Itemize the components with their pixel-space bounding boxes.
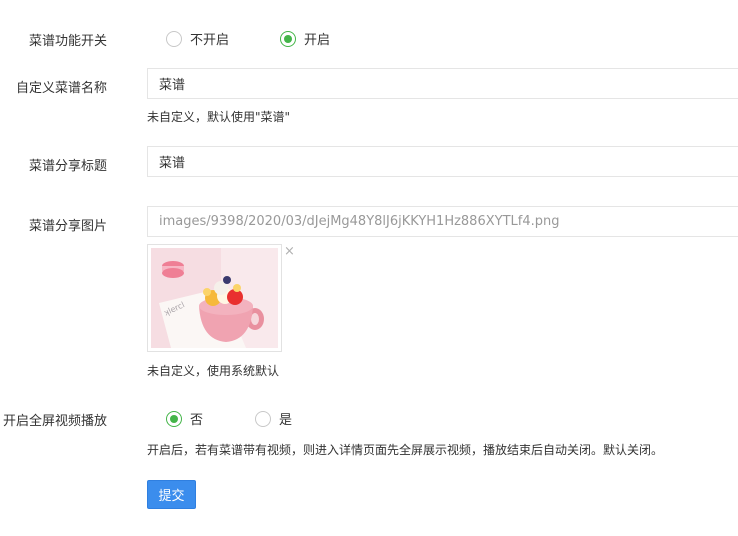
- submit-button[interactable]: 提交: [147, 480, 196, 509]
- recipe-switch-off-radio[interactable]: 不开启: [166, 29, 229, 48]
- radio-unchecked-icon: [255, 410, 271, 427]
- radio-option-label: 否: [190, 413, 204, 428]
- remove-image-icon[interactable]: ×: [284, 244, 295, 259]
- recipe-switch-label: 菜谱功能开关: [28, 34, 107, 49]
- radio-checked-icon: [166, 410, 182, 427]
- share-title-label: 菜谱分享标题: [28, 159, 107, 174]
- share-image-thumbnail[interactable]: ʞlercl: [147, 244, 282, 352]
- fullscreen-video-no-radio[interactable]: 否: [166, 409, 203, 428]
- custom-name-input[interactable]: [147, 68, 738, 99]
- radio-checked-icon: [280, 30, 296, 47]
- share-image-help: 未自定义，使用系统默认: [147, 364, 280, 378]
- radio-unchecked-icon: [166, 30, 182, 47]
- custom-name-label: 自定义菜谱名称: [15, 81, 107, 96]
- radio-option-label: 开启: [304, 33, 331, 48]
- share-title-input[interactable]: [147, 146, 738, 177]
- dessert-photo: ʞlercl: [151, 248, 278, 348]
- recipe-switch-on-radio[interactable]: 开启: [280, 29, 330, 48]
- fullscreen-video-help: 开启后，若有菜谱带有视频，则进入详情页面先全屏展示视频，播放结束后自动关闭。默认…: [147, 443, 664, 457]
- share-image-label: 菜谱分享图片: [28, 219, 107, 234]
- radio-option-label: 是: [279, 413, 293, 428]
- share-image-path-input[interactable]: [147, 206, 738, 237]
- fullscreen-video-yes-radio[interactable]: 是: [255, 409, 292, 428]
- custom-name-help: 未自定义，默认使用"菜谱": [147, 110, 291, 124]
- radio-option-label: 不开启: [190, 33, 230, 48]
- fullscreen-video-label: 开启全屏视频播放: [2, 414, 107, 429]
